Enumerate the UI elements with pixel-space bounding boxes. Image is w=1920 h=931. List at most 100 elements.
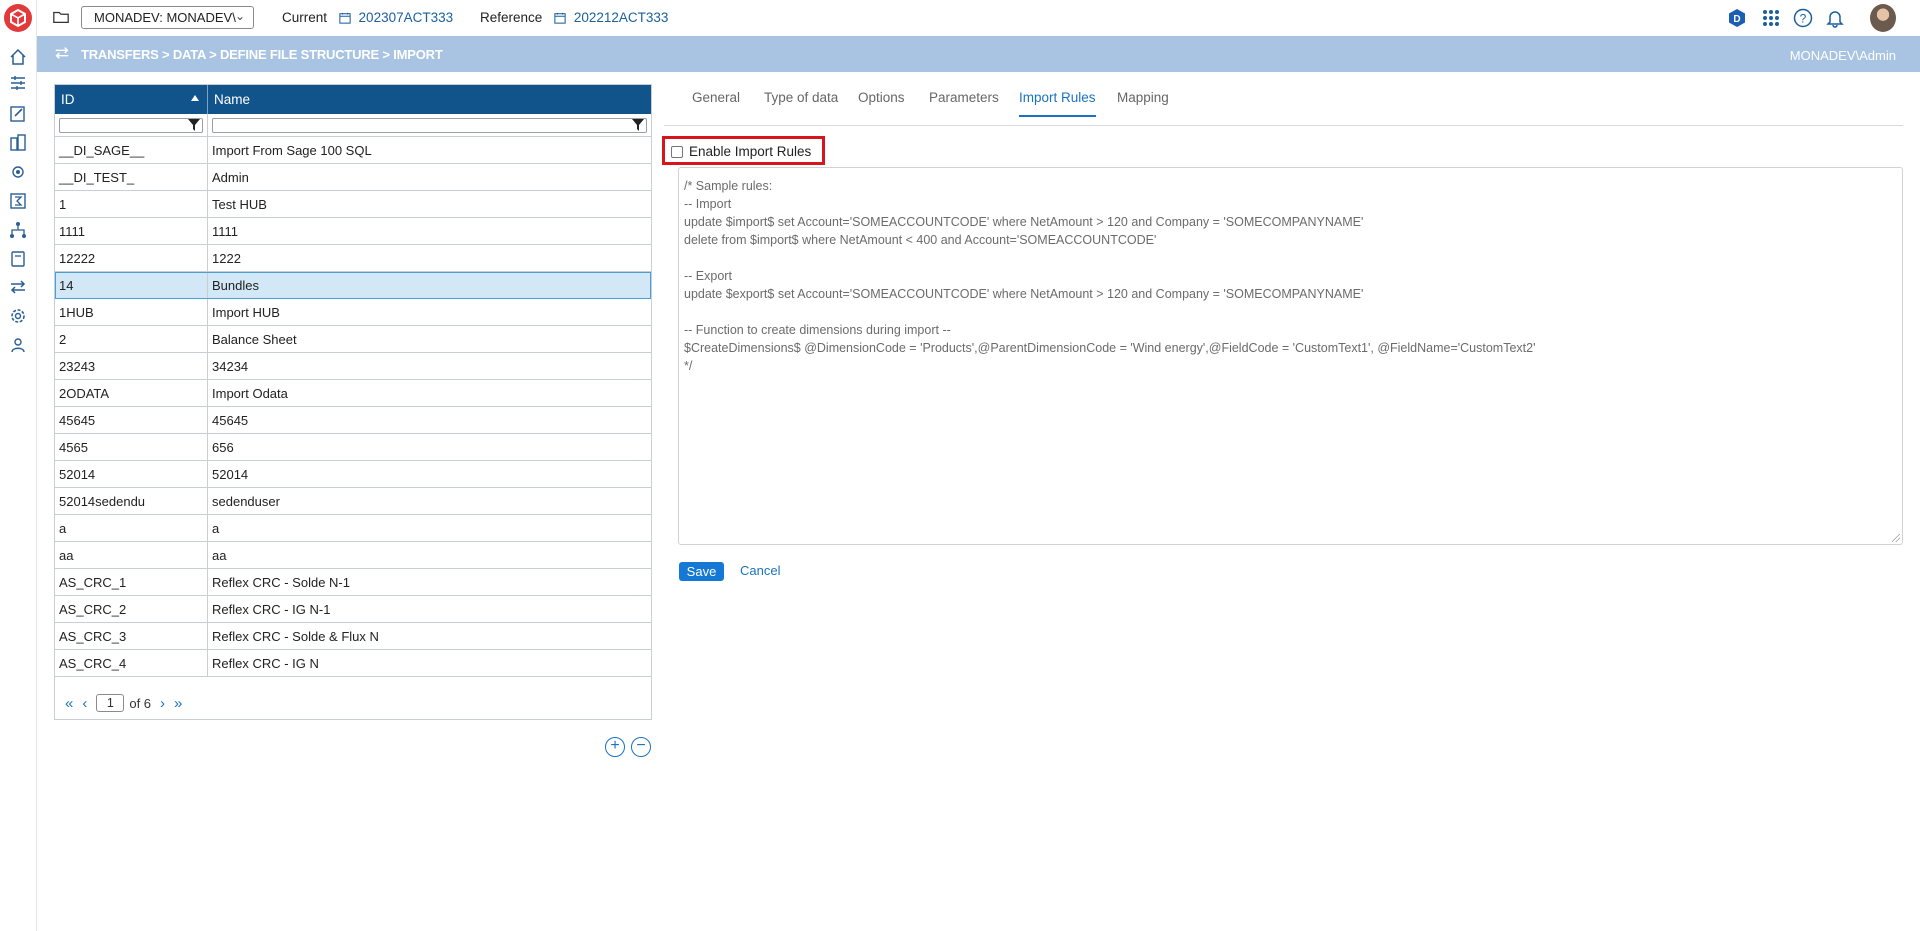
current-period[interactable]: Current 202307ACT333 [282,10,453,25]
table-row[interactable]: 52014 52014 [55,461,651,488]
tab-general[interactable]: General [692,90,740,115]
table-row[interactable]: aa [55,515,651,542]
cell-id: 52014sedendu [55,488,208,514]
cancel-button[interactable]: Cancel [740,563,780,578]
column-header-id[interactable]: ID [55,85,208,114]
cell-id: 14 [55,272,208,298]
column-header-name[interactable]: Name [208,85,651,114]
table-row[interactable]: 2ODATA Import Odata [55,380,651,407]
cell-id: 1111 [55,218,208,244]
app-logo-icon[interactable] [4,4,32,32]
enable-import-rules-label[interactable]: Enable Import Rules [689,144,811,159]
avatar[interactable] [1870,4,1896,32]
id-filter-input[interactable] [59,118,203,133]
users-admin-icon[interactable] [7,334,29,356]
cell-id: AS_CRC_4 [55,650,208,676]
environment-select[interactable]: MONADEV: MONADEV\ ⌄ [81,6,254,29]
cell-name: sedenduser [212,494,280,509]
transfer-icon[interactable] [7,276,29,298]
cell-id: AS_CRC_1 [55,569,208,595]
breadcrumb-band: TRANSFERS > DATA > DEFINE FILE STRUCTURE… [37,36,1920,72]
reference-period[interactable]: Reference 202212ACT333 [480,10,668,25]
folder-icon[interactable] [52,8,72,28]
table-row[interactable]: aa aa [55,542,651,569]
last-page-icon[interactable]: » [174,695,182,712]
settings-icon[interactable] [7,305,29,327]
prev-page-icon[interactable]: ‹ [82,695,87,712]
environment-value: MONADEV: MONADEV\ [94,10,236,25]
cell-id: aa [55,542,208,568]
grid-header: ID Name [55,85,651,114]
help-icon[interactable]: ? [1790,5,1816,31]
table-row[interactable]: AS_CRC_3 Reflex CRC - Solde & Flux N [55,623,651,650]
tab-parameters[interactable]: Parameters [929,90,999,115]
apps-grid-icon[interactable] [1758,5,1784,31]
building-icon[interactable] [7,132,29,154]
table-row[interactable]: AS_CRC_4 Reflex CRC - IG N [55,650,651,677]
import-rules-text: /* Sample rules: -- Import update $impor… [684,179,1536,373]
tab-options[interactable]: Options [858,90,905,115]
edit-report-icon[interactable] [7,103,29,125]
grid-pager: « ‹ 1 of 6 › » [65,694,191,712]
first-page-icon[interactable]: « [65,695,73,712]
cell-name: 52014 [212,467,249,482]
d-badge-icon[interactable]: D [1724,5,1750,31]
cell-name: 1111 [212,224,239,239]
book-icon[interactable] [7,248,29,270]
table-row[interactable]: 1111 1111 [55,218,651,245]
table-row[interactable]: AS_CRC_1 Reflex CRC - Solde N-1 [55,569,651,596]
cell-id: 23243 [55,353,208,379]
calendar-icon [554,12,566,24]
cell-name: aa [212,548,227,563]
cell-id: __DI_SAGE__ [55,137,208,163]
bell-icon[interactable] [1822,5,1848,31]
cell-name: Admin [212,170,249,185]
enable-import-rules-checkbox[interactable] [671,146,683,158]
add-row-button[interactable]: + [605,737,625,757]
hierarchy-icon[interactable] [7,219,29,241]
remove-row-button[interactable]: − [631,737,651,757]
filter-icon[interactable] [188,119,200,131]
table-row[interactable]: 2 Balance Sheet [55,326,651,353]
table-row[interactable]: 52014sedendu sedenduser [55,488,651,515]
cell-id: 12222 [55,245,208,271]
chevron-down-icon: ⌄ [234,9,245,23]
next-page-icon[interactable]: › [160,695,165,712]
filter-icon[interactable] [632,119,644,131]
top-bar: MONADEV: MONADEV\ ⌄ Current 202307ACT333… [37,0,1920,36]
save-button[interactable]: Save [679,562,724,581]
cell-id: AS_CRC_2 [55,596,208,622]
detail-tabs: General Type of data Options Parameters … [664,84,1903,126]
import-rules-textarea[interactable]: /* Sample rules: -- Import update $impor… [678,167,1903,545]
cell-name: Import Odata [212,386,288,401]
cell-name: Reflex CRC - IG N-1 [212,602,331,617]
table-row[interactable]: 23243 34234 [55,353,651,380]
cell-id: 2ODATA [55,380,208,406]
transfer-map-icon[interactable] [7,72,29,94]
table-row[interactable]: 4565 656 [55,434,651,461]
cell-name: Import HUB [212,305,280,320]
table-row[interactable]: AS_CRC_2 Reflex CRC - IG N-1 [55,596,651,623]
tab-import-rules[interactable]: Import Rules [1019,90,1096,117]
table-row[interactable]: 45645 45645 [55,407,651,434]
cell-id: 52014 [55,461,208,487]
table-row[interactable]: __DI_TEST_ Admin [55,164,651,191]
resize-handle-icon[interactable] [1892,534,1900,542]
home-icon[interactable] [7,46,29,68]
name-filter-input[interactable] [212,118,647,133]
cell-id: a [55,515,208,541]
network-gear-icon[interactable] [7,161,29,183]
cell-name: Reflex CRC - Solde N-1 [212,575,350,590]
sigma-report-icon[interactable] [7,190,29,212]
table-row[interactable]: 1HUB Import HUB [55,299,651,326]
table-row[interactable]: 14 Bundles [55,272,651,299]
table-row[interactable]: 12222 1222 [55,245,651,272]
tab-type-of-data[interactable]: Type of data [764,90,838,115]
calendar-icon [339,12,351,24]
table-row[interactable]: __DI_SAGE__ Import From Sage 100 SQL [55,137,651,164]
svg-text:D: D [1733,14,1740,25]
page-number-input[interactable]: 1 [96,694,125,712]
table-row[interactable]: 1 Test HUB [55,191,651,218]
cell-id: AS_CRC_3 [55,623,208,649]
tab-mapping[interactable]: Mapping [1117,90,1169,115]
